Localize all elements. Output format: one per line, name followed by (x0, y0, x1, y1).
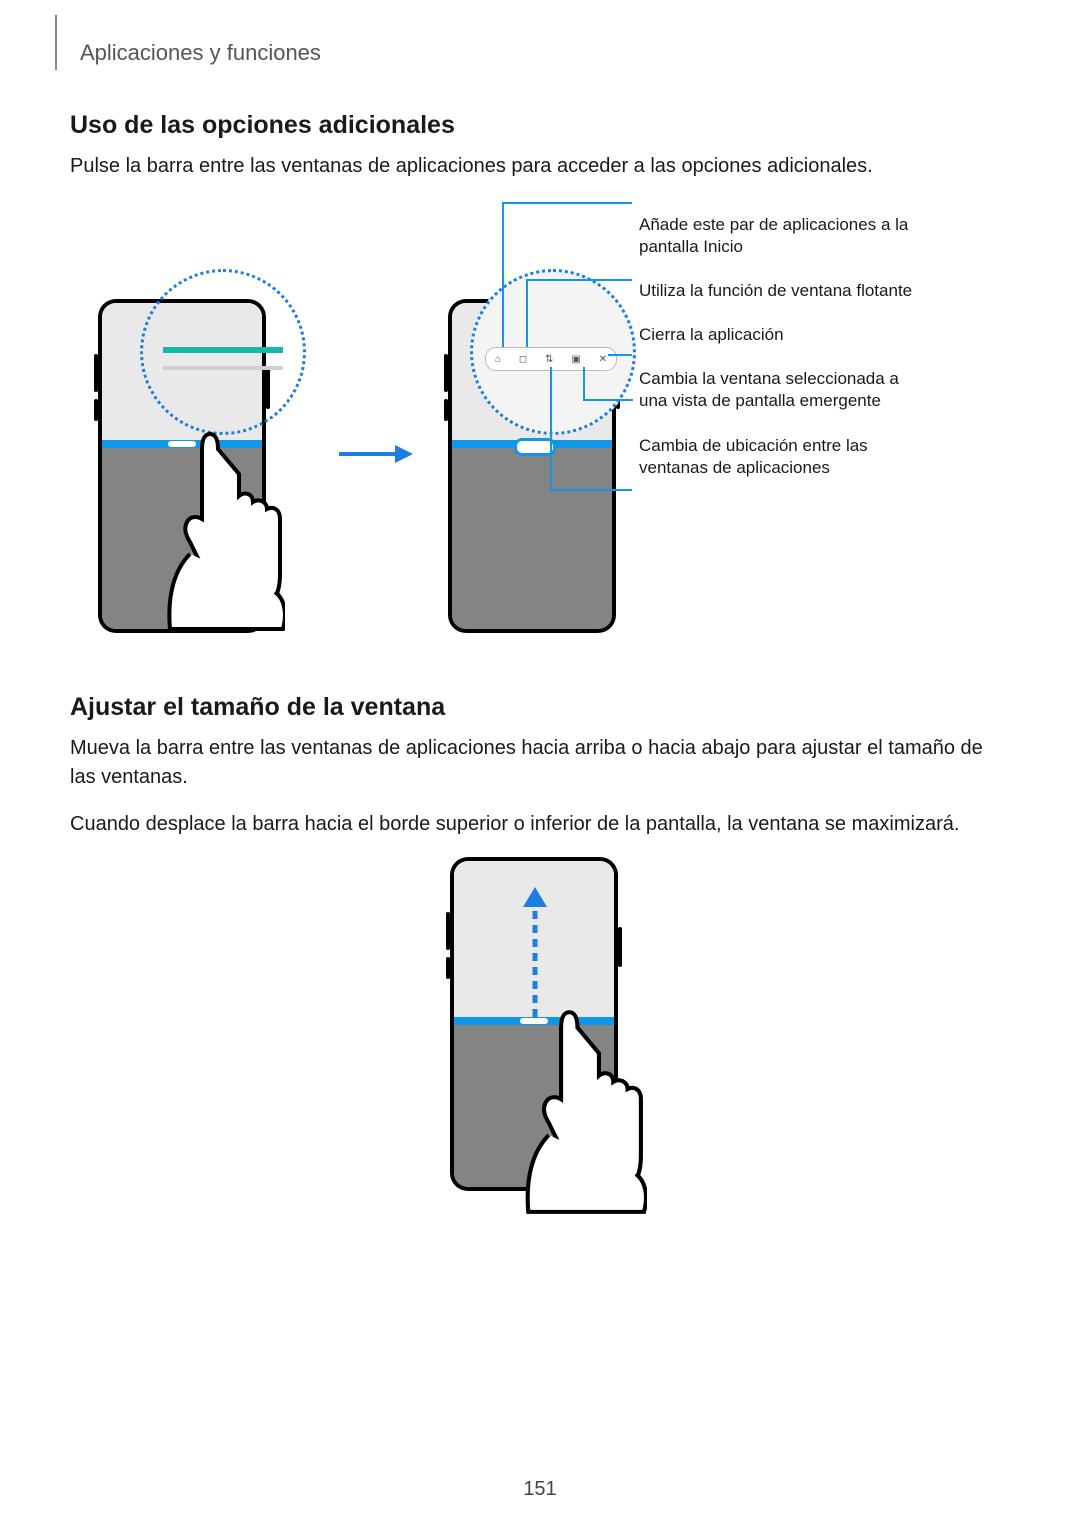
hand-tap-icon (155, 424, 285, 634)
home-pair-icon: ⌂ (495, 354, 501, 365)
heading-additional-options: Uso de las opciones adicionales (70, 111, 1010, 140)
zoom-circle-left (140, 269, 306, 435)
callout-swap-apps: Cambia de ubicación entre las ventanas d… (639, 435, 919, 479)
snap-window-icon: ◻ (519, 354, 527, 365)
heading-resize-window: Ajustar el tamaño de la ventana (70, 693, 1010, 722)
paragraph-resize-1: Mueva la barra entre las ventanas de apl… (70, 734, 1010, 792)
header-accent-line (55, 15, 57, 70)
figure-additional-options: ⌂ ◻ ⇅ ▣ ✕ Añade este par de aplicaciones… (70, 199, 1010, 669)
callout-close-app: Cierra la aplicación (639, 324, 919, 346)
popup-view-icon: ▣ (571, 354, 580, 365)
breadcrumb: Aplicaciones y funciones (80, 40, 1010, 66)
paragraph-additional-options: Pulse la barra entre las ventanas de apl… (70, 152, 1010, 181)
arrow-right-icon (335, 434, 415, 479)
page-number: 151 (0, 1478, 1080, 1501)
paragraph-resize-2: Cuando desplace la barra hacia el borde … (70, 810, 1010, 839)
close-app-icon: ✕ (599, 354, 607, 365)
callout-popup-view: Cambia la ventana seleccionada a una vis… (639, 368, 919, 412)
callout-snap-window: Utiliza la función de ventana flotante (639, 280, 919, 302)
hand-drag-icon (512, 1002, 647, 1217)
callout-add-pair: Añade este par de aplicaciones a la pant… (639, 214, 919, 258)
figure-resize-window (450, 857, 630, 1227)
swap-windows-icon: ⇅ (545, 354, 553, 365)
